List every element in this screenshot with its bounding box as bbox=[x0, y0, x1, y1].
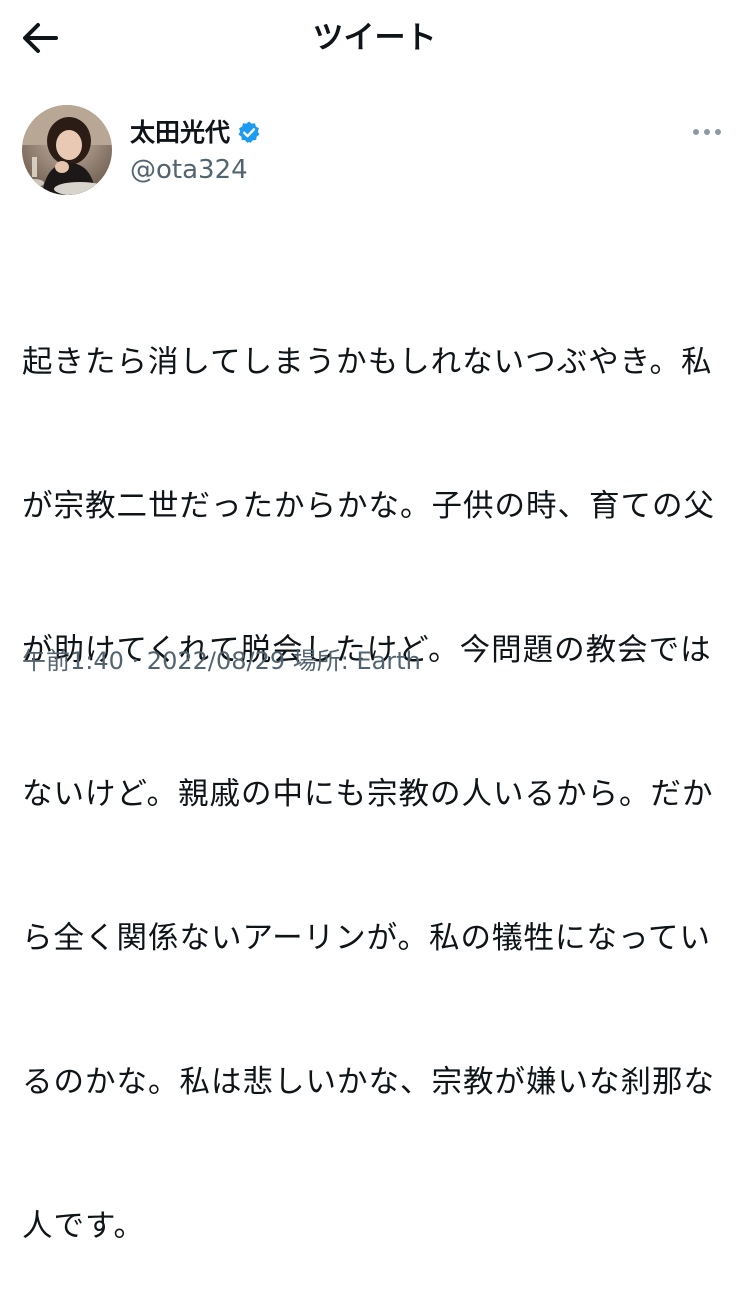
author-handle[interactable]: @ota324 bbox=[130, 153, 248, 187]
tweet-date[interactable]: 2022/08/29 bbox=[147, 647, 285, 675]
tweet-line: 人です。 bbox=[22, 1209, 145, 1244]
tweet-line: ないけど。親戚の中にも宗教の人いるから。だか bbox=[22, 777, 714, 812]
display-name: 太田光代 bbox=[130, 118, 231, 147]
verified-badge-icon bbox=[236, 120, 262, 146]
tweet-text: 起きたら消してしまうかもしれないつぶやき。私 が宗教二世だったからかな。子供の時… bbox=[22, 243, 727, 1299]
more-options-button[interactable] bbox=[688, 118, 728, 146]
tweet-meta: 午前1:40 · 2022/08/29 場所: Earth bbox=[22, 644, 421, 678]
more-dots-icon bbox=[693, 129, 721, 135]
tweet-time[interactable]: 午前1:40 bbox=[22, 647, 124, 675]
tweet-location: 場所: Earth bbox=[285, 647, 421, 675]
tweet-line: 起きたら消してしまうかもしれないつぶやき。私 bbox=[22, 345, 713, 380]
header-bar: ツイート bbox=[0, 0, 749, 80]
page-title: ツイート bbox=[312, 20, 437, 56]
tweet-line: るのかな。私は悲しいかな、宗教が嫌いな刹那な bbox=[22, 1065, 715, 1100]
tweet-line: ら全く関係ないアーリンが。私の犠牲になってい bbox=[22, 921, 712, 956]
avatar[interactable] bbox=[22, 105, 112, 195]
meta-separator: · bbox=[123, 647, 147, 675]
tweet-line: が宗教二世だったからかな。子供の時、育ての父 bbox=[22, 489, 715, 524]
author-name-row[interactable]: 太田光代 bbox=[130, 114, 262, 152]
avatar-photo bbox=[22, 105, 112, 195]
